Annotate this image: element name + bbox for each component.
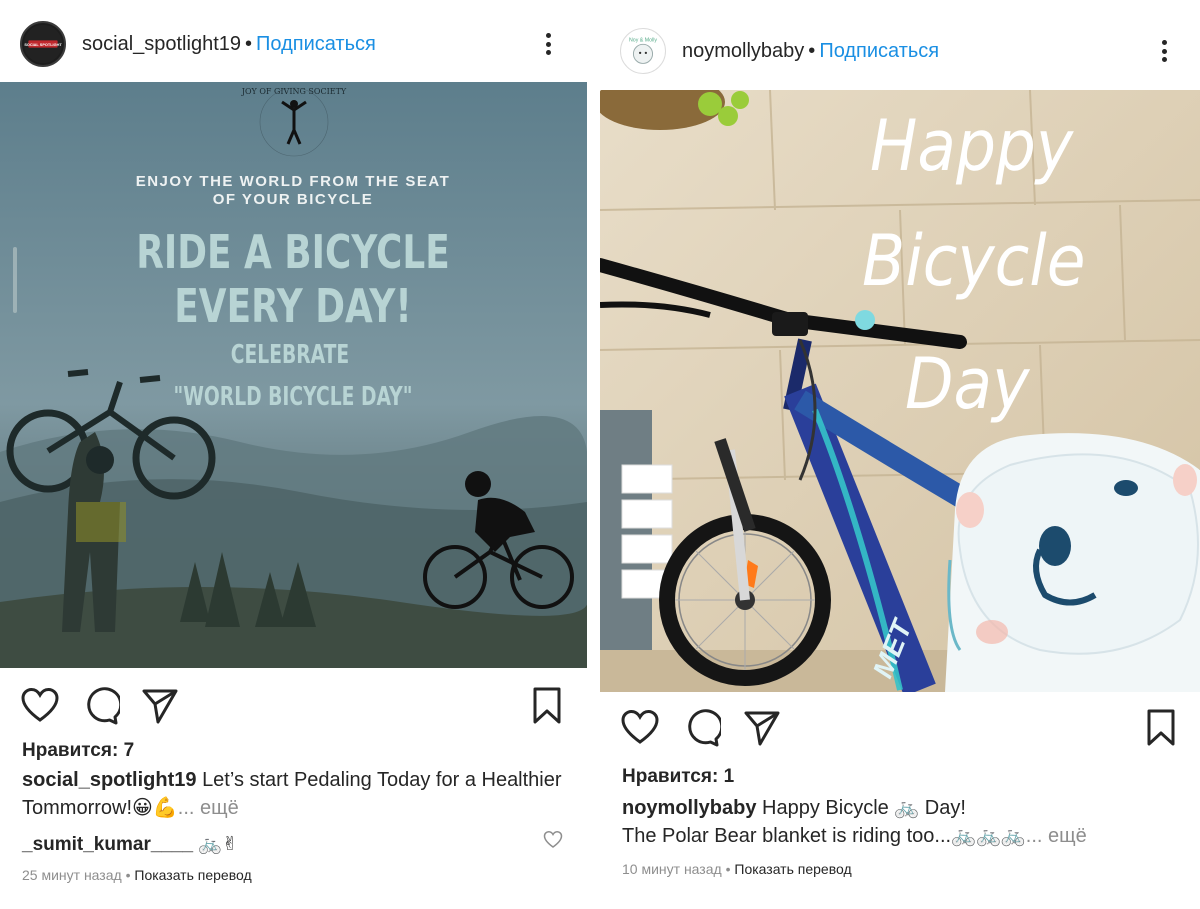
post-social-spotlight: SOCIAL SPOTLIGHT social_spotlight19 • По… [0, 0, 590, 909]
subscribe-button[interactable]: Подписаться [256, 33, 376, 56]
post-time: 25 минут назад [22, 867, 122, 883]
action-bar [0, 686, 590, 726]
post-noymollybaby: Noy & Molly noymollybaby • Подписаться M… [600, 0, 1200, 909]
caption: noymollybaby Happy Bicycle 🚲 Day! The Po… [622, 794, 1197, 850]
comment-icon[interactable] [681, 708, 721, 748]
caption-text-line1: Happy Bicycle 🚲 Day! [762, 797, 966, 819]
comment-like-heart-icon[interactable] [543, 830, 563, 850]
caption-username[interactable]: noymollybaby [622, 797, 756, 819]
action-bar [600, 708, 1200, 748]
bookmark-icon[interactable] [527, 686, 567, 726]
tagline-line1: ENJOY THE WORLD FROM THE SEAT [136, 173, 451, 190]
bicycle-photo: MET Happy Bicycle Day [600, 90, 1200, 692]
likes-count[interactable]: Нравится: 7 [22, 740, 134, 762]
post-image[interactable]: JOY OF GIVING SOCIETY ENJOY THE WORLD FR… [0, 82, 587, 668]
caption-text-line2: The Polar Bear blanket is riding too...🚲… [622, 825, 1026, 847]
post-image[interactable]: MET Happy Bicycle Day [600, 90, 1200, 692]
show-translation-link[interactable]: Показать перевод [734, 861, 851, 877]
show-translation-link[interactable]: Показать перевод [134, 867, 251, 883]
share-icon[interactable] [742, 708, 782, 748]
polar-bear-blanket [945, 433, 1200, 692]
caption-more-link[interactable]: ... ещё [1026, 825, 1087, 847]
heart-icon[interactable] [620, 708, 660, 748]
overlay-word-day: Day [905, 343, 1031, 425]
meta-separator: • [125, 867, 131, 883]
post-header: SOCIAL SPOTLIGHT social_spotlight19 • По… [0, 20, 590, 68]
caption: social_spotlight19 Let’s start Pedaling … [22, 766, 582, 822]
heart-icon[interactable] [20, 686, 60, 726]
headline-line1: RIDE A BICYCLE [136, 226, 449, 280]
more-options-icon[interactable] [1154, 36, 1174, 66]
separator-dot: • [808, 39, 816, 62]
avatar-logo: SOCIAL SPOTLIGHT [23, 24, 62, 64]
avatar[interactable]: SOCIAL SPOTLIGHT [20, 21, 66, 67]
comment-username[interactable]: _sumit_kumar____ [22, 834, 193, 855]
comment-icon[interactable] [80, 686, 120, 726]
comment-text: 🚲✌ [198, 834, 238, 855]
meta-separator: • [725, 861, 731, 877]
post-time: 10 минут назад [622, 861, 722, 877]
svg-text:JOY OF GIVING SOCIETY: JOY OF GIVING SOCIETY [241, 87, 347, 96]
likes-count[interactable]: Нравится: 1 [622, 766, 734, 788]
username[interactable]: noymollybaby [682, 40, 804, 63]
avatar[interactable]: Noy & Molly [620, 28, 666, 74]
username[interactable]: social_spotlight19 [82, 33, 241, 56]
sub-line1: CELEBRATE [231, 340, 349, 370]
svg-text:SOCIAL SPOTLIGHT: SOCIAL SPOTLIGHT [24, 43, 62, 47]
post-header: Noy & Molly noymollybaby • Подписаться [600, 27, 1200, 75]
svg-text:Noy & Molly: Noy & Molly [629, 37, 657, 43]
share-icon[interactable] [140, 686, 180, 726]
caption-text-line1: Let’s start Pedaling Today for a Healthi… [202, 769, 562, 791]
post-meta: 10 минут назад • Показать перевод [622, 861, 852, 877]
avatar-logo: Noy & Molly [629, 37, 657, 64]
sub-line2: "WORLD BICYCLE DAY" [174, 382, 413, 412]
post-meta: 25 минут назад • Показать перевод [22, 867, 252, 883]
headline-line2: EVERY DAY! [174, 280, 411, 334]
tagline-line2: OF YOUR BICYCLE [213, 191, 374, 208]
more-options-icon[interactable] [538, 29, 558, 59]
overlay-word-happy: Happy [870, 105, 1075, 187]
overlay-word-bicycle: Bicycle [862, 220, 1086, 302]
caption-text-line2: Tommorrow!😀💪 [22, 797, 178, 819]
comment: _sumit_kumar____ 🚲✌ [22, 832, 238, 856]
bookmark-icon[interactable] [1141, 708, 1181, 748]
bicycle-day-poster: JOY OF GIVING SOCIETY ENJOY THE WORLD FR… [0, 82, 587, 668]
separator-dot: • [245, 32, 253, 55]
caption-username[interactable]: social_spotlight19 [22, 769, 197, 791]
subscribe-button[interactable]: Подписаться [819, 40, 939, 63]
caption-more-link[interactable]: ... ещё [178, 797, 239, 819]
